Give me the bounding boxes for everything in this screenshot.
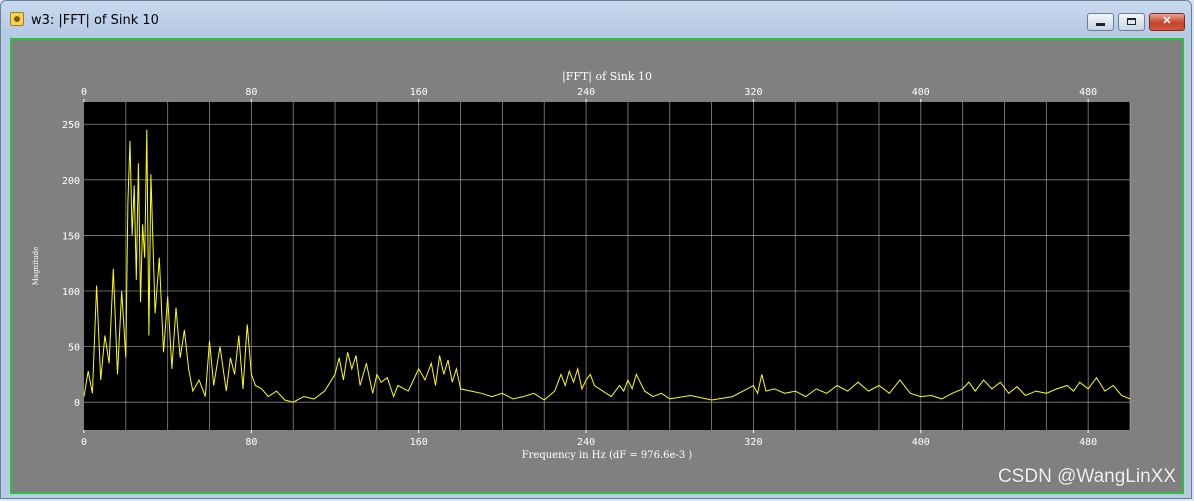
x-tick-label-bottom: 320 [744, 437, 762, 448]
x-tick-label-bottom: 400 [912, 437, 930, 448]
y-tick-label: 0 [74, 398, 80, 409]
watermark-text: CSDN @WangLinXX [997, 466, 1176, 487]
maximize-icon [1127, 18, 1136, 25]
x-axis-label: Frequency in Hz (dF = 976.6e-3 ) [522, 450, 693, 461]
y-tick-label: 250 [62, 120, 80, 131]
x-tick-label-top: 400 [912, 87, 930, 98]
x-tick-label-bottom: 240 [577, 437, 595, 448]
x-tick-label-top: 80 [245, 87, 257, 98]
plot-background [84, 102, 1130, 430]
x-tick-label-bottom: 160 [410, 437, 428, 448]
y-axis-label: Magnitude [32, 247, 40, 286]
chart-title: |FFT| of Sink 10 [562, 70, 652, 84]
x-tick-label-bottom: 80 [245, 437, 257, 448]
minimize-icon [1096, 23, 1105, 26]
x-tick-label-top: 320 [744, 87, 762, 98]
x-tick-label-top: 160 [410, 87, 428, 98]
x-tick-label-top: 480 [1079, 87, 1097, 98]
fft-plot: 0 0 80 80 160 160 240 240 320 320 400 400 480 480 0 50 1… [32, 70, 1131, 461]
maximize-button[interactable] [1118, 13, 1145, 31]
y-tick-label: 100 [62, 287, 80, 298]
fft-window: w3: |FFT| of Sink 10 ✕ 0 0 80 80 160 160 240 24… [0, 0, 1192, 499]
y-tick-label: 200 [62, 176, 80, 187]
minimize-button[interactable] [1087, 13, 1114, 31]
y-tick-label: 150 [62, 231, 80, 242]
plot-area-frame: 0 0 80 80 160 160 240 240 320 320 400 400 480 480 0 50 1… [10, 38, 1184, 494]
x-tick-label-top: 0 [81, 87, 87, 98]
title-bar[interactable]: w3: |FFT| of Sink 10 ✕ [1, 1, 1191, 33]
app-icon[interactable] [10, 12, 24, 26]
close-button[interactable]: ✕ [1149, 13, 1185, 31]
x-tick-label-bottom: 0 [81, 437, 87, 448]
x-tick-label-bottom: 480 [1079, 437, 1097, 448]
window-title: w3: |FFT| of Sink 10 [31, 13, 159, 28]
x-tick-label-top: 240 [577, 87, 595, 98]
y-tick-label: 50 [68, 343, 80, 354]
close-icon: ✕ [1162, 15, 1172, 27]
